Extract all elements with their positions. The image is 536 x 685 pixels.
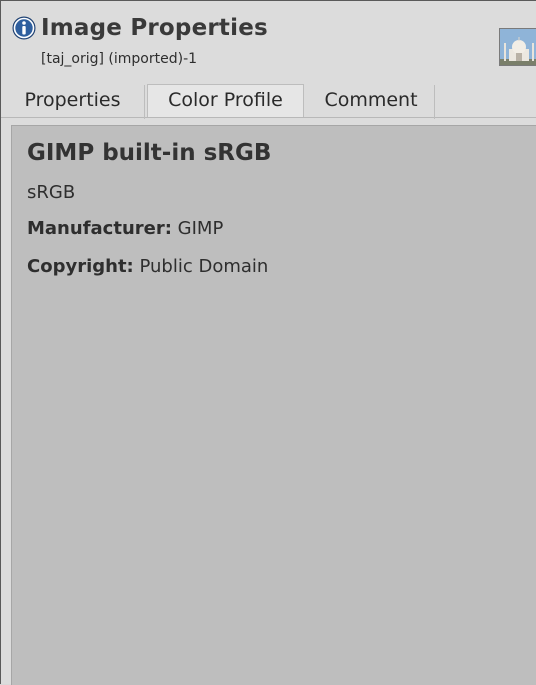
dialog-title: Image Properties [41,15,268,41]
tab-color-profile[interactable]: Color Profile [147,84,304,117]
image-properties-dialog: Image Properties [taj_orig] (imported)-1… [0,0,536,685]
manufacturer-value: GIMP [177,218,224,239]
image-name: [taj_orig] (imported)-1 [41,51,198,67]
info-icon [12,16,36,40]
copyright-label: Copyright: [27,256,134,277]
color-profile-panel: GIMP built-in sRGB sRGB Manufacturer: GI… [11,125,536,685]
manufacturer-row: Manufacturer: GIMP [27,218,223,239]
tab-bar: Properties Color Profile Comment [1,80,536,119]
profile-description: sRGB [27,182,76,203]
tab-properties[interactable]: Properties [1,85,145,119]
tab-comment[interactable]: Comment [308,85,435,119]
profile-name: GIMP built-in sRGB [27,140,272,166]
manufacturer-label: Manufacturer: [27,218,172,239]
dialog-header: Image Properties [taj_orig] (imported)-1 [1,1,536,75]
copyright-row: Copyright: Public Domain [27,256,268,277]
copyright-value: Public Domain [139,256,269,277]
image-thumbnail [499,28,536,66]
